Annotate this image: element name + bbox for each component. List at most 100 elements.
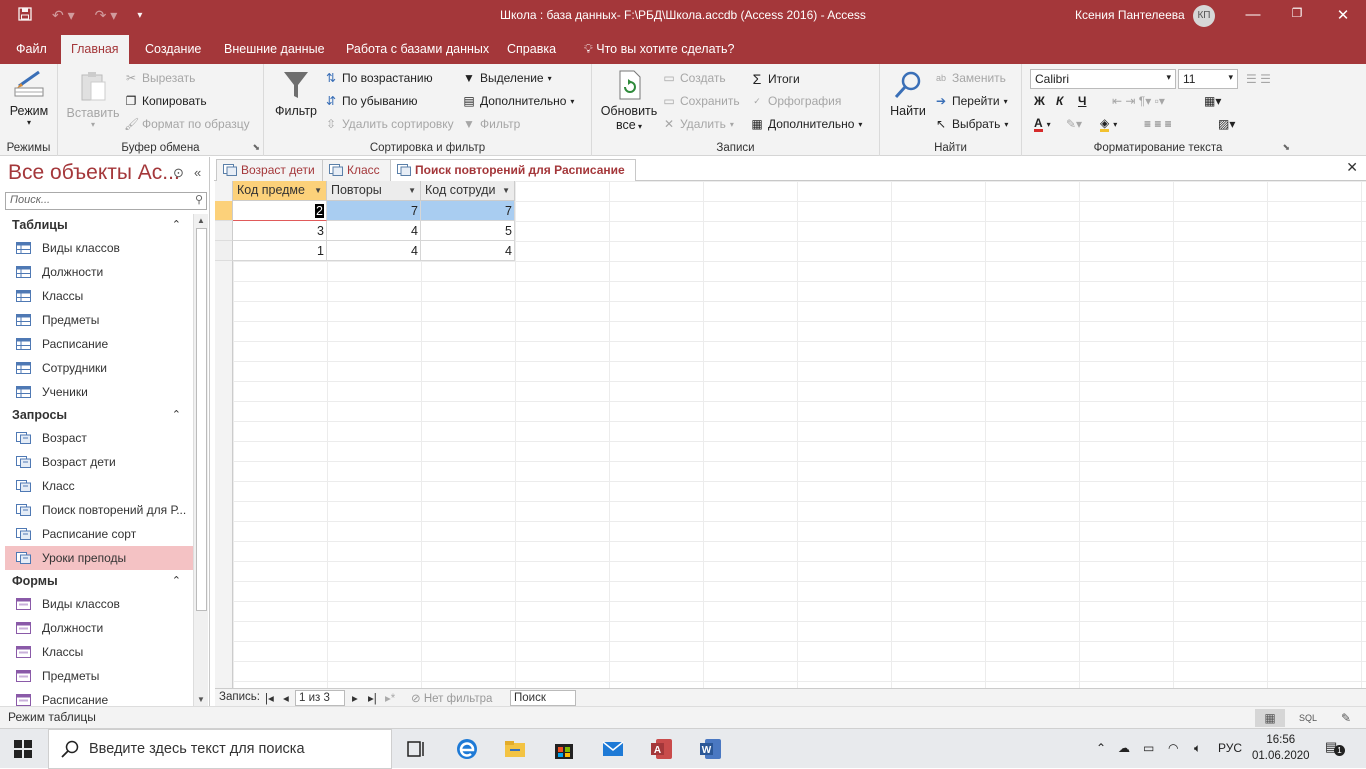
indent-icon[interactable]: ⇤ ⇥ ¶▾ ▫▾	[1112, 94, 1165, 108]
tab-create[interactable]: Создание	[143, 32, 203, 64]
collapse-section-icon[interactable]: ⌃	[172, 404, 181, 426]
nav-item[interactable]: Виды классов	[0, 592, 193, 616]
nav-item[interactable]: Предметы	[0, 664, 193, 688]
selection-button[interactable]: ▼ Выделение ▾	[462, 71, 552, 85]
table-cell[interactable]: 1	[233, 241, 327, 261]
onedrive-icon[interactable]: ☁	[1118, 741, 1130, 755]
nav-item[interactable]: Должности	[0, 616, 193, 640]
nav-item[interactable]: Расписание	[0, 688, 193, 706]
bold-button[interactable]: Ж	[1034, 94, 1045, 108]
last-record-button[interactable]: ▸|	[368, 691, 377, 705]
nav-menu-icon[interactable]: ⊙	[173, 165, 184, 181]
volume-icon[interactable]: 🔈︎	[1194, 741, 1201, 756]
goto-button[interactable]: ➔ Перейти ▾	[934, 94, 1008, 108]
doc-tab-age-children[interactable]: Возраст дети	[216, 159, 326, 181]
nav-search-input[interactable]: Поиск... ⚲	[5, 192, 207, 210]
scroll-up-icon[interactable]: ▲	[197, 216, 205, 225]
sort-descending-button[interactable]: ⇵ По убыванию	[324, 94, 418, 108]
new-record-button[interactable]: ▭ Создать	[662, 71, 725, 85]
nav-item[interactable]: Должности	[0, 260, 193, 284]
nav-item[interactable]: Сотрудники	[0, 356, 193, 380]
first-record-button[interactable]: |◂	[265, 691, 274, 705]
record-selector[interactable]	[215, 241, 233, 261]
dialog-launcher-icon[interactable]: ⬊	[1282, 142, 1290, 153]
table-cell[interactable]: 4	[327, 221, 421, 241]
notifications-icon[interactable]: ▤ 1	[1325, 739, 1345, 756]
tab-help[interactable]: Справка	[505, 32, 558, 64]
nav-item[interactable]: Предметы	[0, 308, 193, 332]
record-selector[interactable]	[215, 221, 233, 241]
cut-button[interactable]: ✂ Вырезать	[124, 71, 195, 85]
dialog-launcher-icon[interactable]: ⬊	[252, 142, 260, 153]
table-cell[interactable]: 7	[327, 201, 421, 221]
record-position-input[interactable]: 1 из 3	[295, 690, 345, 706]
tell-me-search[interactable]: 💡︎ Что вы хотите сделать?	[582, 32, 736, 64]
edge-browser-icon[interactable]	[455, 737, 479, 761]
column-menu-icon[interactable]: ▼	[500, 181, 510, 200]
fill-color-icon[interactable]: ◈ ▾	[1100, 117, 1117, 132]
wifi-icon[interactable]: ◠	[1168, 741, 1178, 755]
sql-view-button[interactable]: SQL	[1293, 709, 1323, 727]
view-button[interactable]: Режим ▾	[6, 70, 52, 127]
table-cell[interactable]: 3	[233, 221, 327, 241]
nav-pane-title[interactable]: Все объекты Ac...	[8, 161, 180, 185]
spelling-button[interactable]: ✓ Орфография	[750, 94, 841, 108]
toggle-filter-button[interactable]: ▼ Фильтр	[462, 117, 520, 131]
nav-item[interactable]: Расписание сорт	[0, 522, 193, 546]
new-record-nav-button[interactable]: ▸*	[385, 691, 395, 705]
avatar[interactable]: КП	[1193, 5, 1215, 27]
next-record-button[interactable]: ▸	[352, 691, 358, 705]
previous-record-button[interactable]: ◂	[283, 691, 289, 705]
battery-icon[interactable]: ▭	[1143, 741, 1154, 755]
column-menu-icon[interactable]: ▼	[406, 181, 416, 200]
table-cell[interactable]: 2	[233, 201, 327, 221]
tab-external-data[interactable]: Внешние данные	[222, 32, 327, 64]
input-language[interactable]: РУС	[1218, 741, 1242, 755]
table-cell[interactable]: 4	[421, 241, 515, 261]
delete-record-button[interactable]: ✕ Удалить ▾	[662, 117, 734, 131]
mail-icon[interactable]	[601, 737, 625, 761]
file-explorer-icon[interactable]	[503, 737, 527, 761]
nav-item[interactable]: Поиск повторений для Р...	[0, 498, 193, 522]
alternate-row-color-icon[interactable]: ▨▾	[1218, 117, 1235, 131]
design-view-icon[interactable]: ✎	[1331, 709, 1361, 727]
datasheet-view-icon[interactable]: ▦	[1255, 709, 1285, 727]
nav-section-header[interactable]: Запросы ⌃	[0, 404, 193, 426]
close-window-button[interactable]: ✕	[1328, 6, 1358, 24]
nav-item[interactable]: Уроки преподы	[5, 546, 193, 570]
close-document-icon[interactable]: ✕	[1346, 159, 1358, 176]
windows-start-icon[interactable]	[14, 740, 32, 758]
replace-button[interactable]: ab Заменить	[934, 71, 1006, 85]
scroll-thumb[interactable]	[196, 228, 207, 611]
collapse-pane-icon[interactable]: «	[194, 165, 201, 180]
column-header-repeats[interactable]: Повторы ▼	[327, 181, 421, 201]
highlight-icon[interactable]: ✎▾	[1066, 117, 1082, 131]
table-cell[interactable]: 4	[327, 241, 421, 261]
tray-chevron-up-icon[interactable]: ⌃	[1096, 741, 1106, 755]
no-filter-button[interactable]: ⊘ Нет фильтра	[411, 691, 492, 705]
align-icon[interactable]: ≡ ≡ ≡	[1144, 117, 1172, 131]
font-color-button[interactable]: A ▾	[1034, 117, 1051, 132]
column-header-subject-code[interactable]: Код предме ▼	[233, 181, 327, 201]
underline-button[interactable]: Ч	[1078, 94, 1086, 108]
nav-scrollbar[interactable]: ▲ ▼	[193, 214, 208, 706]
refresh-all-button[interactable]: Обновить все ▾	[598, 70, 660, 132]
list-bullets-icon[interactable]: ☰ ☰	[1246, 72, 1271, 86]
nav-item[interactable]: Классы	[0, 640, 193, 664]
collapse-section-icon[interactable]: ⌃	[172, 214, 181, 236]
store-icon[interactable]	[552, 737, 576, 761]
tab-home[interactable]: Главная	[61, 35, 129, 64]
gridlines-icon[interactable]: ▦▾	[1204, 94, 1221, 108]
doc-tab-class[interactable]: Класс	[322, 159, 391, 181]
doc-tab-repeat-search[interactable]: Поиск повторений для Расписание	[390, 159, 636, 182]
totals-button[interactable]: Σ Итоги	[750, 71, 800, 87]
advanced-filter-button[interactable]: ▤ Дополнительно ▾	[462, 94, 574, 108]
task-view-icon[interactable]	[405, 737, 429, 761]
nav-item[interactable]: Классы	[0, 284, 193, 308]
nav-item[interactable]: Расписание	[0, 332, 193, 356]
save-record-button[interactable]: ▭ Сохранить	[662, 94, 739, 108]
sort-ascending-button[interactable]: ⇅ По возрастанию	[324, 71, 433, 85]
nav-item[interactable]: Возраст	[0, 426, 193, 450]
tab-database-tools[interactable]: Работа с базами данных	[344, 32, 491, 64]
record-search-input[interactable]: Поиск	[510, 690, 576, 706]
